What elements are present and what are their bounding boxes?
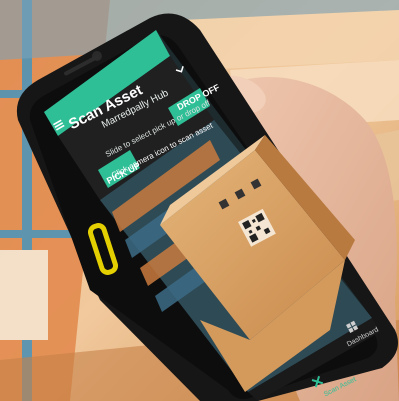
photo-scene: [0, 0, 399, 401]
